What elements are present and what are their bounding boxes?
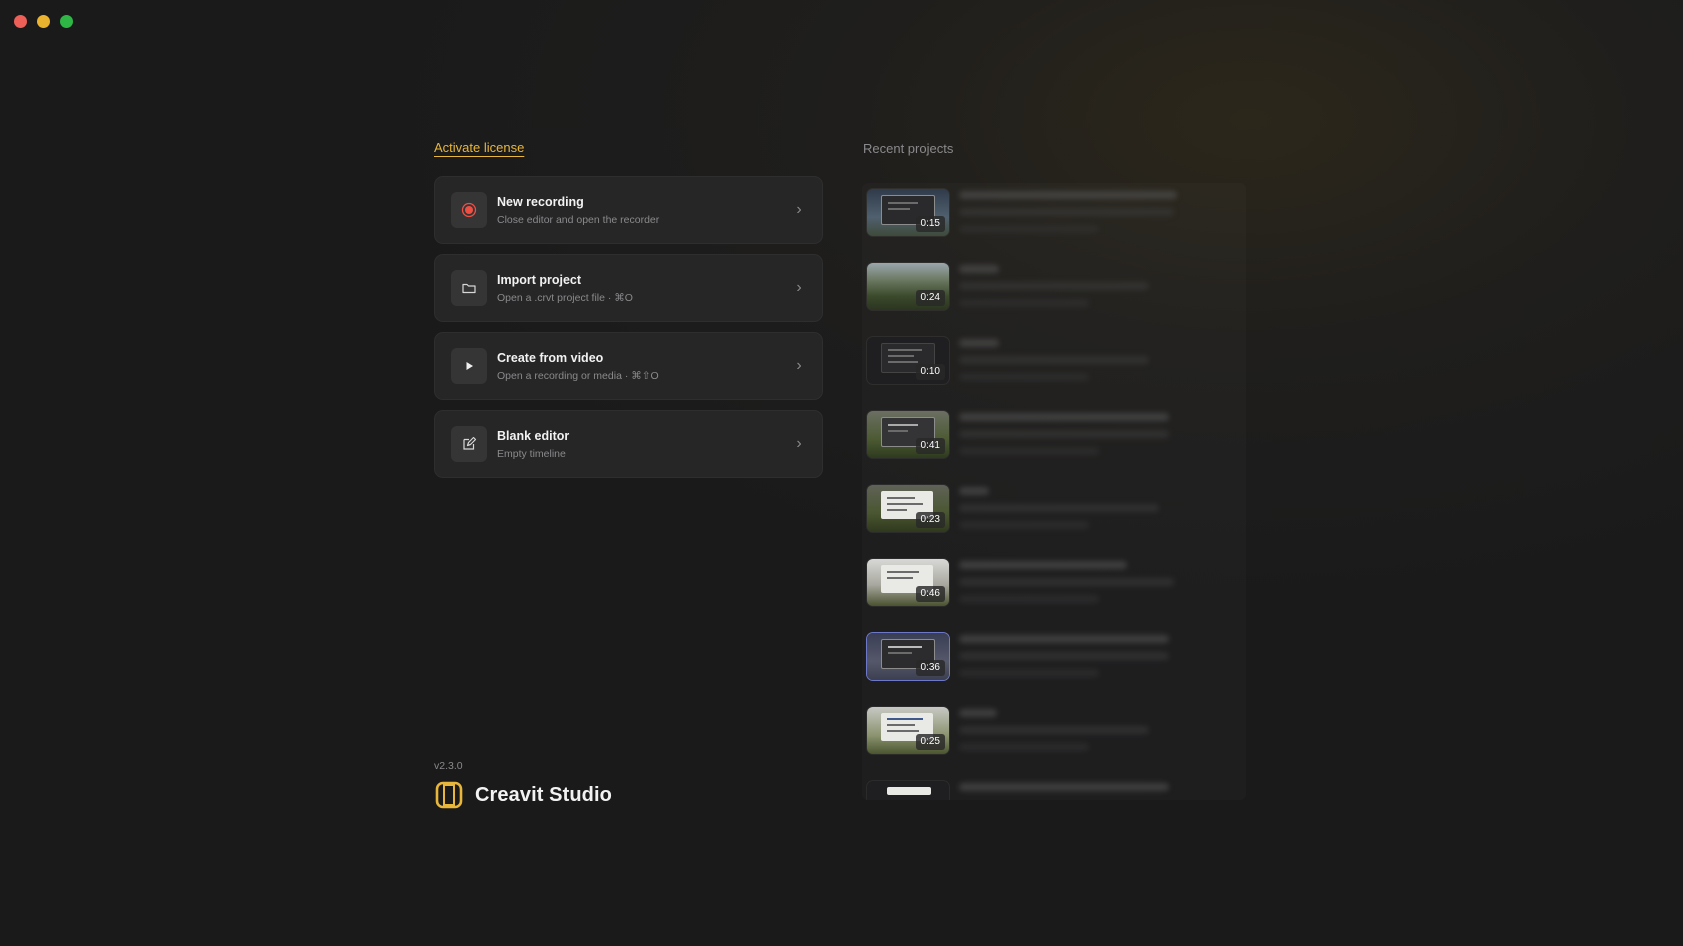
create-from-video-subtitle: Open a recording or media · ⌘⇧O <box>497 369 659 382</box>
duration-badge: 0:36 <box>915 660 945 676</box>
recent-projects-heading: Recent projects <box>863 141 954 156</box>
import-project-subtitle: Open a .crvt project file · ⌘O <box>497 291 633 304</box>
chevron-right-icon: › <box>796 279 802 296</box>
blank-editor-title: Blank editor <box>497 428 570 443</box>
maximize-window-button[interactable] <box>60 15 73 28</box>
window-controls <box>14 15 73 28</box>
create-from-video-title: Create from video <box>497 350 604 365</box>
project-thumbnail: 0:36 <box>867 633 949 680</box>
edit-icon <box>451 426 487 462</box>
version-label: v2.3.0 <box>434 760 463 772</box>
duration-badge: 0:24 <box>915 290 945 306</box>
record-icon <box>451 192 487 228</box>
blank-editor-subtitle: Empty timeline <box>497 447 566 460</box>
app-logo-icon <box>435 781 463 809</box>
project-thumbnail: 0:46 <box>867 559 949 606</box>
recent-project-item[interactable] <box>867 781 1237 800</box>
recent-project-item[interactable]: 0:24 <box>867 263 1237 311</box>
chevron-right-icon: › <box>796 435 802 452</box>
recent-project-item[interactable]: 0:41 <box>867 411 1237 459</box>
close-window-button[interactable] <box>14 15 27 28</box>
project-thumbnail: 0:24 <box>867 263 949 310</box>
play-icon <box>451 348 487 384</box>
action-list: New recording Close editor and open the … <box>434 176 823 488</box>
recent-project-item[interactable]: 0:23 <box>867 485 1237 533</box>
new-recording-button[interactable]: New recording Close editor and open the … <box>434 176 823 244</box>
project-thumbnail <box>867 781 949 800</box>
project-thumbnail: 0:41 <box>867 411 949 458</box>
project-thumbnail: 0:10 <box>867 337 949 384</box>
import-project-title: Import project <box>497 272 582 287</box>
recent-project-item[interactable]: 0:46 <box>867 559 1237 607</box>
recent-project-item[interactable]: 0:10 <box>867 337 1237 385</box>
recent-project-item[interactable]: 0:15 <box>867 189 1237 237</box>
recent-project-item[interactable]: 0:36 <box>867 633 1237 681</box>
new-recording-title: New recording <box>497 194 584 209</box>
blank-editor-button[interactable]: Blank editor Empty timeline › <box>434 410 823 478</box>
duration-badge: 0:25 <box>915 734 945 750</box>
duration-badge: 0:23 <box>915 512 945 528</box>
duration-badge: 0:10 <box>915 364 945 380</box>
project-thumbnail: 0:25 <box>867 707 949 754</box>
chevron-right-icon: › <box>796 357 802 374</box>
duration-badge: 0:46 <box>915 586 945 602</box>
new-recording-subtitle: Close editor and open the recorder <box>497 213 660 226</box>
chevron-right-icon: › <box>796 201 802 218</box>
activate-license-link[interactable]: Activate license <box>434 140 524 155</box>
create-from-video-button[interactable]: Create from video Open a recording or me… <box>434 332 823 400</box>
folder-icon <box>451 270 487 306</box>
recent-projects-list: 0:15 0:24 0:10 0:41 0:23 0:46 0:36 0:25 <box>862 183 1246 800</box>
minimize-window-button[interactable] <box>37 15 50 28</box>
project-thumbnail: 0:15 <box>867 189 949 236</box>
recent-project-item[interactable]: 0:25 <box>867 707 1237 755</box>
project-thumbnail: 0:23 <box>867 485 949 532</box>
import-project-button[interactable]: Import project Open a .crvt project file… <box>434 254 823 322</box>
duration-badge: 0:15 <box>915 216 945 232</box>
app-name: Creavit Studio <box>475 783 612 806</box>
app-brand: Creavit Studio <box>434 780 612 810</box>
duration-badge: 0:41 <box>915 438 945 454</box>
